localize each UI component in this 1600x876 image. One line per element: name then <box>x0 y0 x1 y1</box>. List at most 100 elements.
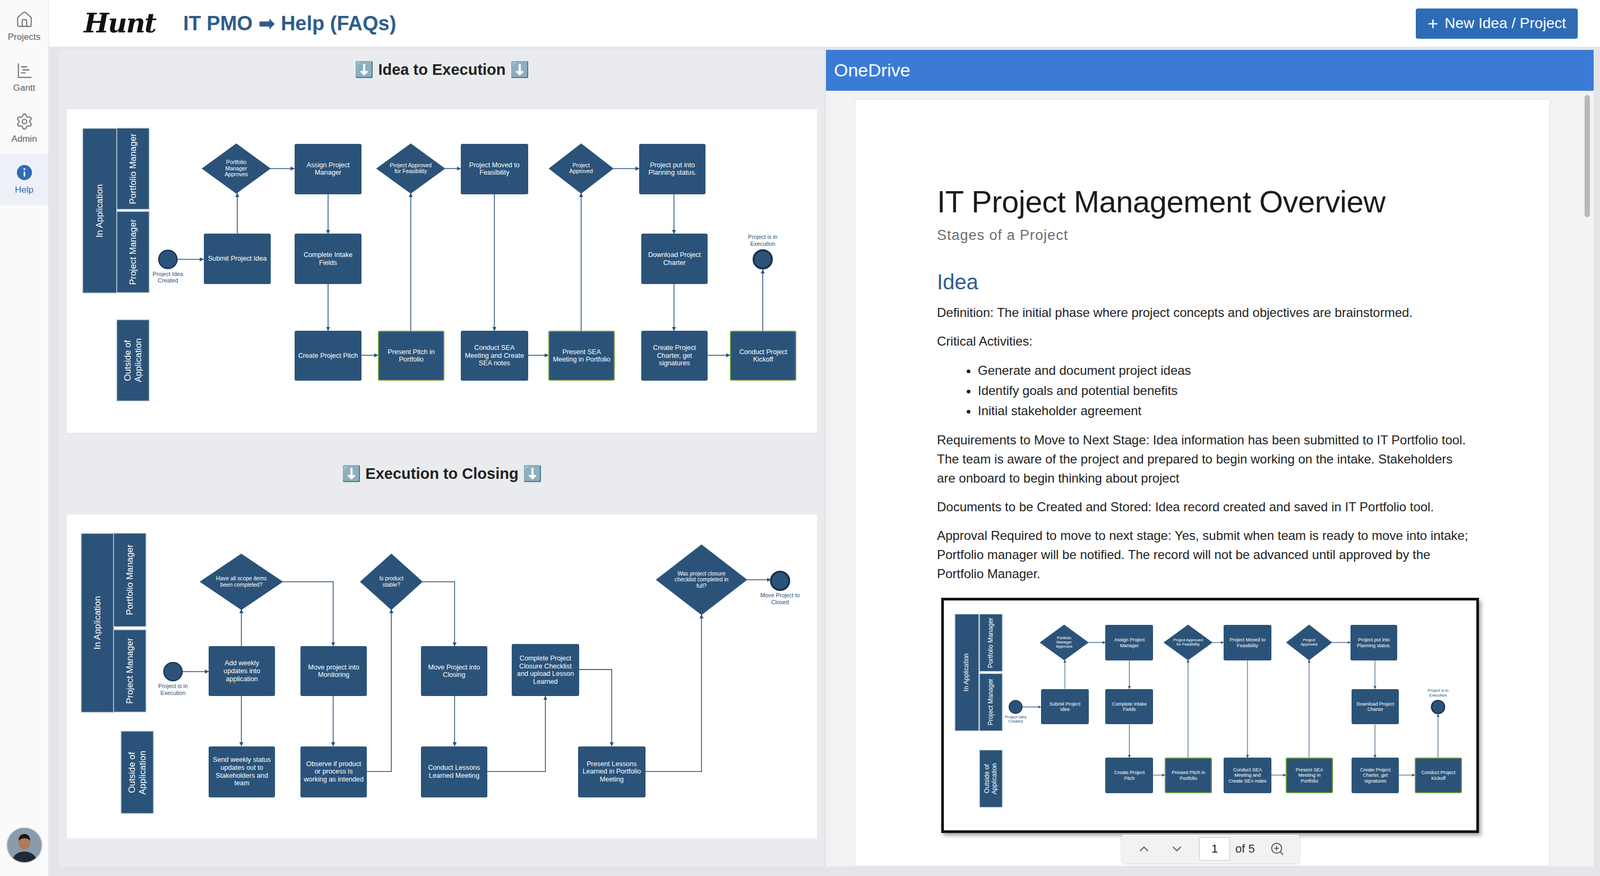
start-event <box>1009 700 1023 714</box>
sidebar-label: Help <box>14 184 34 196</box>
process-step: Download Project Charter <box>1351 689 1399 725</box>
process-step: Create Project Pitch <box>1105 757 1154 794</box>
process-step: Present SEA Meeting in Portfolio <box>548 330 615 381</box>
chevron-down-icon <box>1169 841 1185 857</box>
connector-arrow <box>1129 724 1130 758</box>
connector-arrow <box>1374 660 1376 689</box>
paragraph: Approval Required to move to next stage:… <box>936 526 1469 584</box>
connector-arrow <box>182 671 209 673</box>
top-bar: HuntIT PMO ➡ Help (FAQs)+New Idea / Proj… <box>48 0 1600 47</box>
event-label: Project is in Execution <box>1421 689 1456 699</box>
paragraph: Documents to be Created and Stored: Idea… <box>936 497 1469 517</box>
decision-diamond <box>376 143 445 193</box>
process-step: Conduct SEA Meeting and Create SEA notes <box>460 330 529 381</box>
process-step: Complete Project Closure Checklist and u… <box>511 643 580 696</box>
decision-diamond <box>656 545 747 615</box>
sidebar-item[interactable]: Admin <box>0 102 49 154</box>
connector-arrow <box>707 354 730 356</box>
process-step: Create Project Charter, get signatures <box>1351 757 1399 794</box>
connector-arrow <box>1398 774 1415 776</box>
process-step: Add weekly updates into application <box>208 646 275 696</box>
document-page: IT Project Management OverviewStages of … <box>854 98 1551 867</box>
main-area: ⬇️ Idea to Execution ⬇️In ApplicationPor… <box>48 46 1600 876</box>
chevron-up-icon <box>1136 841 1152 857</box>
decision-diamond <box>360 554 423 610</box>
swimlane-label: Outside of Application <box>116 319 150 402</box>
decision-diamond <box>549 143 613 193</box>
decision-diamond <box>1040 624 1089 660</box>
event-label: Project is in Execution <box>149 682 197 696</box>
viewer-header: OneDrive <box>826 49 1594 91</box>
swimlane-label: Portfolio Manager <box>979 613 1003 672</box>
page-number-input[interactable]: 1 <box>1199 837 1230 861</box>
next-page-button[interactable] <box>1166 838 1188 860</box>
previous-page-button[interactable] <box>1133 838 1155 860</box>
connector-arrow <box>454 695 456 746</box>
connector-arrow <box>1064 659 1065 690</box>
swimlane-label: Portfolio Manager <box>116 127 150 210</box>
connector-arrow <box>332 695 334 746</box>
connector-arrow <box>1437 714 1439 758</box>
paragraph: Requirements to Move to Next Stage: Idea… <box>936 430 1469 488</box>
process-step: Observe if product or process is working… <box>300 746 367 798</box>
swimlane-label: Project Manager <box>113 629 147 713</box>
user-avatar[interactable] <box>6 827 43 864</box>
event-label: Project is in Execution <box>739 234 787 248</box>
sidebar-item[interactable]: Projects <box>0 1 49 53</box>
process-step: Conduct Project Kickoff <box>729 330 797 381</box>
swimlane-label: In Application <box>82 127 117 294</box>
swimlane-label: In Application <box>81 532 115 713</box>
connector-arrow <box>410 193 412 331</box>
document-figure: In ApplicationPortfolio ManagerProject M… <box>941 597 1479 833</box>
connector-arrow <box>673 194 675 235</box>
process-step: Complete Intake Fields <box>294 233 363 284</box>
connector-arrow <box>1088 642 1106 643</box>
connector-arrow <box>1331 642 1350 643</box>
event-label: Project Idea Created <box>999 715 1033 725</box>
connector-arrow <box>1129 660 1130 689</box>
end-event <box>770 571 790 591</box>
connector-arrow <box>327 284 329 331</box>
bullet-item: Identify goals and potential benefits <box>977 380 1469 401</box>
process-step: Conduct Project Kickoff <box>1414 757 1462 794</box>
scrollbar[interactable] <box>1580 90 1594 867</box>
zoom-in-icon <box>1269 841 1285 857</box>
connector-arrow <box>494 194 496 332</box>
end-event <box>1431 700 1445 714</box>
process-step: Assign Project Manager <box>294 143 363 194</box>
section-title: ⬇️ Idea to Execution ⬇️ <box>66 49 817 110</box>
swimlane-label: Portfolio Manager <box>113 532 147 627</box>
page-area[interactable]: IT Project Management OverviewStages of … <box>826 90 1581 867</box>
swimlane-label: Outside of Application <box>121 730 154 814</box>
new-idea-button[interactable]: +New Idea / Project <box>1415 8 1578 39</box>
flowchart: In ApplicationPortfolio ManagerProject M… <box>66 514 817 838</box>
connector-arrow <box>746 579 771 581</box>
event-label: Move Project to Closed <box>756 591 804 606</box>
connector-arrow <box>1021 706 1041 708</box>
sidebar-item[interactable]: Gantt <box>0 52 49 103</box>
connector-arrow <box>236 193 238 235</box>
process-step: Conduct Lessons Learned Meeting <box>420 746 488 798</box>
start-event <box>164 662 183 682</box>
decision-diamond <box>202 143 271 193</box>
sidebar-item[interactable]: Help <box>0 153 49 205</box>
logo[interactable]: Hunt <box>83 7 156 40</box>
section-title: ⬇️ Execution to Closing ⬇️ <box>66 432 817 515</box>
swimlane-label: In Application <box>954 613 979 731</box>
process-step: Project Moved to Feasibility <box>460 143 529 194</box>
decision-label: Portfolio Manager Approves <box>1048 628 1080 657</box>
connector-arrow <box>241 695 243 746</box>
process-step: Present SEA Meeting in Portfolio <box>1285 757 1333 794</box>
sidebar-label: Gantt <box>13 82 36 94</box>
connector-arrow <box>422 581 455 647</box>
connector-arrow <box>762 269 764 331</box>
paragraph: Definition: The initial phase where proj… <box>936 303 1469 323</box>
decision-label: Have all scope items been completed? <box>214 560 268 605</box>
process-step: Create Project Pitch <box>294 330 363 381</box>
gear-icon <box>15 112 34 131</box>
decision-label: Project Approved <box>1294 628 1324 657</box>
scrollbar-thumb[interactable] <box>1584 95 1590 218</box>
document-section: IdeaDefinition: The initial phase where … <box>936 269 1469 836</box>
zoom-button[interactable] <box>1266 838 1288 860</box>
flowchart: In ApplicationPortfolio Manager Project M… <box>66 109 817 433</box>
